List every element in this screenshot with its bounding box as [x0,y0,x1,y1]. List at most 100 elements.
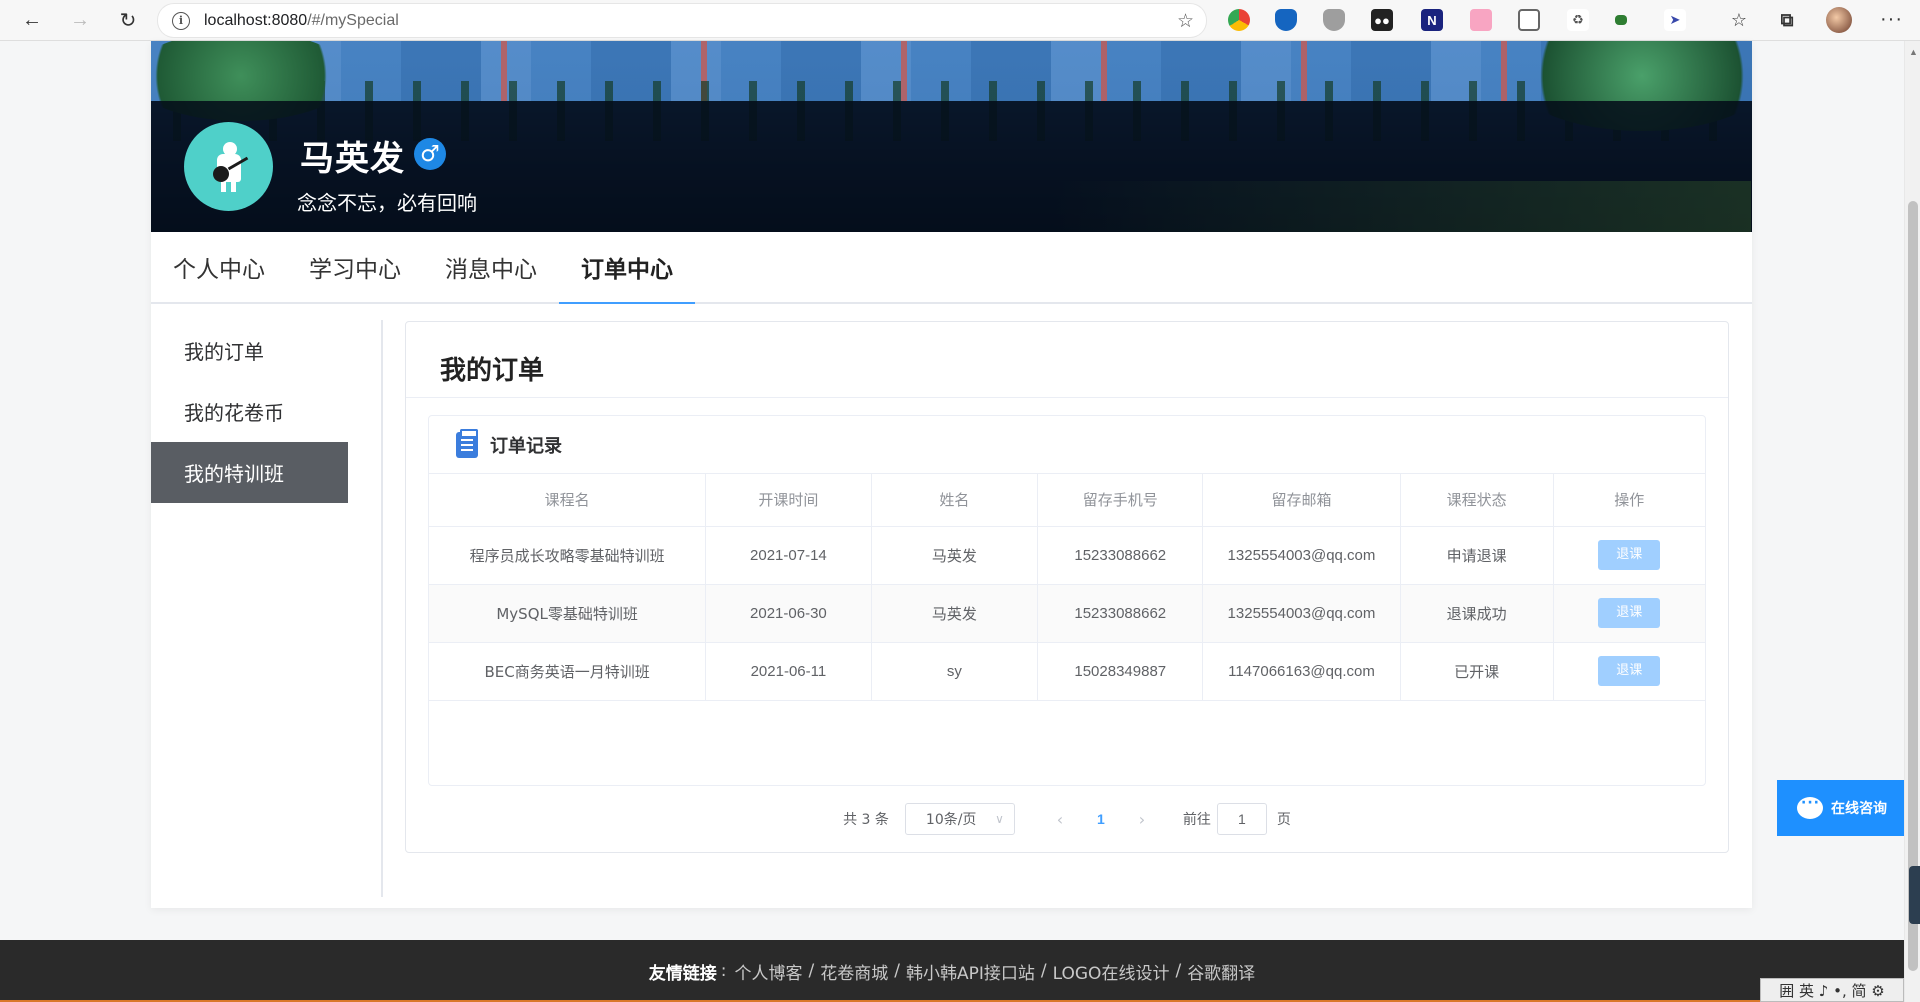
refund-button[interactable]: 退课 [1598,598,1661,628]
footer-link-mall[interactable]: 花卷商城 [820,959,888,984]
column-header-action[interactable]: 操作 [1553,474,1705,527]
side-widget-handle[interactable] [1909,866,1920,924]
cell-email: 1325554003@qq.com [1202,526,1401,585]
clipboard-icon [456,428,478,458]
column-header-phone[interactable]: 留存手机号 [1037,474,1204,527]
extension-tv-icon[interactable] [1518,9,1540,31]
collections-icon[interactable]: ⧉ [1776,9,1798,31]
user-name: 马英发 [300,139,405,179]
reload-icon[interactable]: ↻ [108,0,148,40]
footer: 友情链接: 个人博客 / 花卷商城 / 韩小韩API接口站 / LOGO在线设计 / 谷… [0,940,1904,1002]
extension-chrome-icon[interactable] [1228,9,1250,31]
footer-link-logo[interactable]: LOGO在线设计 [1053,959,1170,984]
column-header-email[interactable]: 留存邮箱 [1202,474,1401,527]
table-row[interactable]: 程序员成长攻略零基础特训班 2021-07-14 马英发 15233088662… [429,526,1705,585]
cell-date: 2021-06-11 [705,642,872,701]
tab-message-center[interactable]: 消息中心 [423,232,559,302]
cell-name: 马英发 [871,526,1039,585]
url-path: /#/mySpecial [307,11,399,29]
column-header-status[interactable]: 课程状态 [1400,474,1554,527]
scroll-up-icon[interactable]: ▲ [1909,47,1918,57]
next-page-icon[interactable]: › [1121,810,1163,829]
extension-bilibili-icon[interactable] [1470,9,1492,31]
refund-button[interactable]: 退课 [1598,656,1661,686]
orders-panel: 我的订单 订单记录 课程名 开课时间 姓名 留存手机号 留存邮箱 课程状态 操作… [405,321,1729,853]
cell-date: 2021-06-30 [705,584,872,643]
cell-course: MySQL零基础特训班 [429,584,707,643]
more-menu-icon[interactable]: ··· [1880,8,1903,31]
card-title: 订单记录 [490,435,562,457]
page-size-value: 10条/页 [925,812,977,828]
info-icon[interactable]: i [172,11,190,30]
column-header-name[interactable]: 姓名 [871,474,1039,527]
address-bar[interactable]: i localhost:8080/#/mySpecial ☆ [158,4,1206,37]
page-number-current[interactable]: 1 [1081,811,1121,827]
goto-label: 前往 [1182,812,1211,828]
center-tabs: 个人中心 学习中心 消息中心 订单中心 [151,232,1752,304]
cell-phone: 15028349887 [1037,642,1204,701]
cell-course: BEC商务英语一月特训班 [429,642,707,701]
panel-divider [406,397,1728,398]
footer-separator: / [894,961,900,981]
online-consult-label: 在线咨询 [1831,801,1887,817]
page-scrollbar[interactable]: ▲ [1904,41,1920,1002]
cell-date: 2021-07-14 [705,526,872,585]
table-row[interactable]: MySQL零基础特训班 2021-06-30 马英发 15233088662 1… [429,584,1705,643]
footer-link-translate[interactable]: 谷歌翻译 [1187,959,1255,984]
footer-link-blog[interactable]: 个人博客 [735,959,803,984]
footer-link-api[interactable]: 韩小韩API接口站 [906,959,1035,984]
online-consult-button[interactable]: 在线咨询 [1777,780,1904,836]
orders-table: 课程名 开课时间 姓名 留存手机号 留存邮箱 课程状态 操作 程序员成长攻略零基… [429,474,1705,701]
favorites-icon[interactable]: ☆ [1728,9,1750,31]
extension-guard-icon[interactable] [1323,9,1345,31]
page-unit-label: 页 [1276,812,1291,828]
url-host: localhost:8080 [204,11,308,29]
cell-status: 已开课 [1400,642,1554,701]
favorite-star-icon[interactable]: ☆ [1177,10,1194,33]
cell-course: 程序员成长攻略零基础特训班 [429,526,707,585]
forward-icon[interactable]: → [60,0,100,40]
footer-colon: : [720,961,727,981]
personal-center-page: 马英发 ♂ 念念不忘，必有回响 个人中心 学习中心 消息中心 订单中心 我的订单… [151,41,1752,908]
prev-page-icon[interactable]: ‹ [1039,810,1081,829]
tab-learning-center[interactable]: 学习中心 [287,232,423,302]
banner-ground [1051,181,1751,232]
sidebar-item-my-coins[interactable]: 我的花卷币 [151,381,348,442]
tab-personal-center[interactable]: 个人中心 [151,232,287,302]
page-size-select[interactable]: 10条/页 ∨ [904,803,1015,835]
extension-recycle-icon[interactable]: ♻ [1567,9,1589,31]
back-icon[interactable]: ← [12,0,52,40]
goto-page-input[interactable]: 1 [1216,803,1267,835]
column-header-course[interactable]: 课程名 [429,474,707,527]
user-avatar[interactable] [184,122,273,211]
table-header-row: 课程名 开课时间 姓名 留存手机号 留存邮箱 课程状态 操作 [429,474,1705,527]
extension-tampermonkey-icon[interactable]: ●● [1371,9,1393,31]
footer-separator: / [808,961,815,981]
browser-toolbar: ← → ↻ i localhost:8080/#/mySpecial ☆ ●● … [0,0,1920,41]
tab-order-center[interactable]: 订单中心 [559,232,695,304]
page-title: 我的订单 [440,356,545,386]
chevron-down-icon: ∨ [995,812,1004,826]
card-header: 订单记录 [429,416,1705,474]
cell-status: 申请退课 [1400,526,1554,585]
column-header-start-date[interactable]: 开课时间 [705,474,872,527]
cell-action: 退课 [1553,584,1705,643]
extension-flag-icon[interactable] [1615,15,1627,25]
extension-n-icon[interactable]: N [1421,9,1443,31]
ime-toolbar[interactable]: 囲 英 ♪ •, 简 ⚙ [1760,978,1904,1002]
scrollbar-thumb[interactable] [1908,201,1918,971]
extension-arrow-icon[interactable]: ➤ [1664,9,1686,31]
sidebar-item-my-special-class[interactable]: 我的特训班 [151,442,348,503]
browser-profile-avatar[interactable] [1826,7,1852,33]
refund-button[interactable]: 退课 [1598,540,1661,570]
profile-banner: 马英发 ♂ 念念不忘，必有回响 [151,41,1752,232]
footer-links-label: 友情链接 [648,963,717,984]
cell-status: 退课成功 [1400,584,1554,643]
cell-name: 马英发 [871,584,1039,643]
cell-action: 退课 [1553,642,1705,701]
cell-email: 1325554003@qq.com [1202,584,1401,643]
sidebar-item-my-orders[interactable]: 我的订单 [151,320,348,381]
cell-phone: 15233088662 [1037,584,1204,643]
table-row[interactable]: BEC商务英语一月特训班 2021-06-11 sy 15028349887 1… [429,642,1705,701]
extension-shield-icon[interactable] [1275,9,1297,31]
